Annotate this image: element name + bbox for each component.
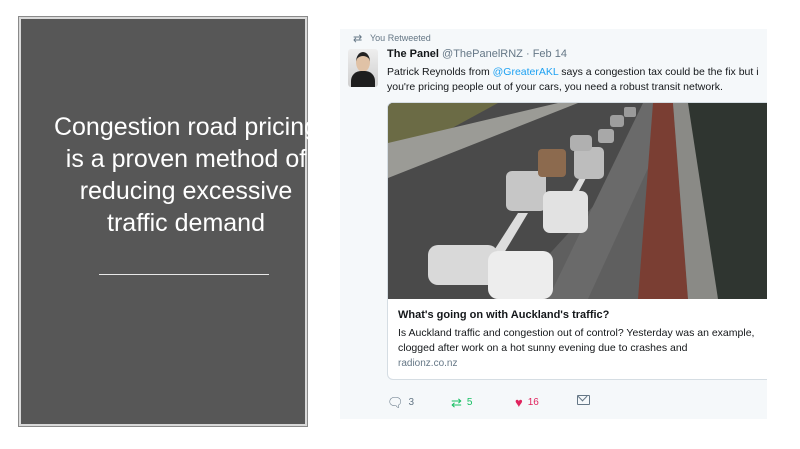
message-button[interactable] [577,395,590,408]
tweet-header: The Panel @ThePanelRNZ · Feb 14 [387,48,567,60]
retweet-icon: ⇄ [451,395,462,410]
avatar-head [356,52,370,72]
message-icon [577,395,590,405]
tweet-actions: 🗨 3 ⇄ 5 ♥ 16 [387,395,767,415]
slide-headline: Congestion road pricing is a proven meth… [53,113,319,237]
reply-button[interactable]: 🗨 3 [387,395,414,411]
like-count: 16 [527,397,539,408]
header-separator: · [525,48,530,60]
author-handle[interactable]: @ThePanelRNZ [442,48,523,60]
card-image[interactable] [388,103,767,299]
heart-icon: ♥ [515,395,523,410]
retweet-icon: ⇄ [353,33,363,45]
retweet-context: ⇄ You Retweeted [353,33,431,45]
tweet-text: Patrick Reynolds from @GreaterAKL says a… [387,65,767,95]
traffic-photo [388,103,767,299]
reply-count: 3 [408,397,415,408]
tweet-text-start: Patrick Reynolds from [387,66,493,78]
retweet-count: 5 [466,397,473,408]
retweet-context-label: You Retweeted [370,33,431,43]
tweet-text-end: says a congestion tax could be the fix b… [558,66,759,78]
headline-divider [99,274,269,275]
avatar[interactable] [348,49,378,87]
reply-icon: 🗨 [387,395,404,410]
retweet-button[interactable]: ⇄ 5 [451,395,472,411]
link-preview-card[interactable]: What's going on with Auckland's traffic?… [387,102,767,380]
tweet-text-line2: you're pricing people out of your cars, … [387,81,723,93]
avatar-body [351,71,375,87]
tweet-card[interactable]: ⇄ You Retweeted The Panel @ThePanelRNZ ·… [340,29,767,419]
like-button[interactable]: ♥ 16 [515,395,539,410]
card-title[interactable]: What's going on with Auckland's traffic? [398,309,609,321]
author-name[interactable]: The Panel [387,48,439,60]
card-description: Is Auckland traffic and congestion out o… [398,327,755,354]
tweet-date[interactable]: Feb 14 [533,48,567,60]
slide-title-panel: Congestion road pricing is a proven meth… [18,16,318,427]
mention-link[interactable]: @GreaterAKL [493,66,559,78]
card-domain[interactable]: radionz.co.nz [398,358,457,369]
